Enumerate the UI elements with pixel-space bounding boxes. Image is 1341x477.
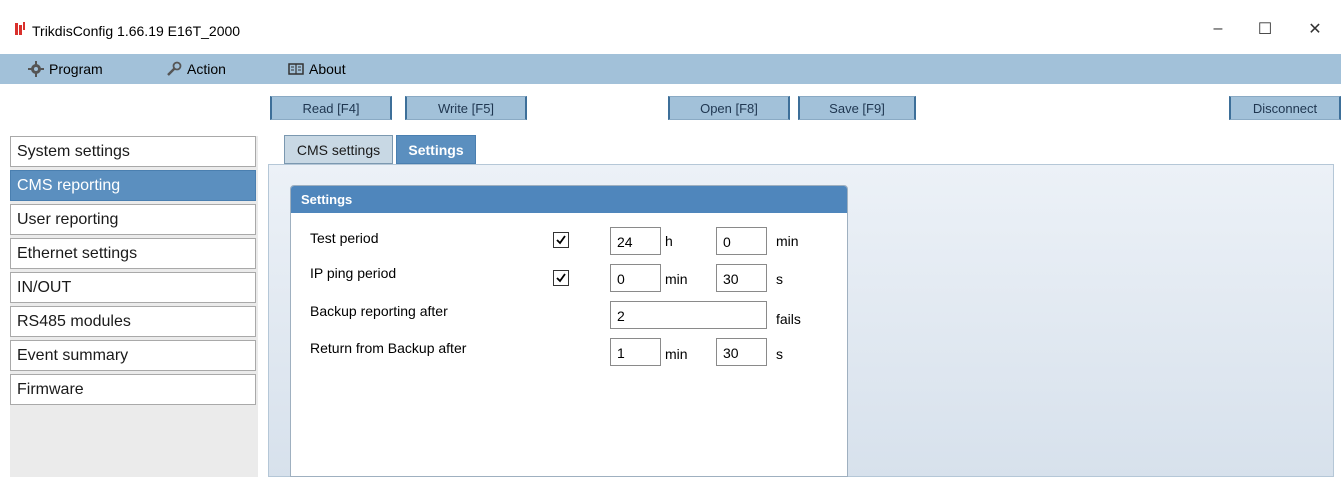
- sidebar-item-in-out[interactable]: IN/OUT: [10, 272, 256, 303]
- sidebar-item-rs485-modules[interactable]: RS485 modules: [10, 306, 256, 337]
- checkmark-icon: [556, 235, 566, 245]
- return-backup-minutes-input[interactable]: [610, 338, 661, 366]
- test-period-minutes-input[interactable]: [716, 227, 767, 255]
- ip-ping-seconds-unit: s: [776, 271, 783, 287]
- sidebar-item-event-summary[interactable]: Event summary: [10, 340, 256, 371]
- window-title: TrikdisConfig 1.66.19 E16T_2000: [32, 23, 241, 39]
- backup-reporting-unit: fails: [776, 311, 801, 327]
- sidebar: System settings CMS reporting User repor…: [10, 136, 258, 477]
- book-icon: [288, 63, 304, 75]
- settings-group-header: Settings: [291, 186, 847, 213]
- menu-program[interactable]: Program: [28, 54, 103, 84]
- ip-ping-minutes-input[interactable]: [610, 264, 661, 292]
- open-button[interactable]: Open [F8]: [668, 96, 790, 120]
- sidebar-item-firmware[interactable]: Firmware: [10, 374, 256, 405]
- test-period-label: Test period: [310, 230, 379, 246]
- test-period-minutes-unit: min: [776, 233, 799, 249]
- gear-icon: [28, 61, 44, 77]
- menu-about[interactable]: About: [288, 54, 346, 84]
- sidebar-item-user-reporting[interactable]: User reporting: [10, 204, 256, 235]
- maximize-button[interactable]: ☐: [1242, 12, 1288, 46]
- backup-reporting-label: Backup reporting after: [310, 303, 448, 319]
- app-icon: [15, 22, 25, 35]
- test-period-checkbox[interactable]: [553, 232, 569, 248]
- return-backup-minutes-unit: min: [665, 346, 688, 362]
- return-from-backup-label: Return from Backup after: [310, 340, 467, 356]
- disconnect-button[interactable]: Disconnect: [1229, 96, 1341, 120]
- ip-ping-period-label: IP ping period: [310, 265, 397, 281]
- minimize-button[interactable]: –: [1195, 12, 1241, 46]
- menu-bar: Program Action About: [0, 54, 1341, 84]
- title-bar: TrikdisConfig 1.66.19 E16T_2000 – ☐ ✕: [0, 0, 1341, 54]
- test-period-hours-input[interactable]: [610, 227, 661, 255]
- write-button[interactable]: Write [F5]: [405, 96, 527, 120]
- wrench-icon: [167, 61, 182, 76]
- ip-ping-period-checkbox[interactable]: [553, 270, 569, 286]
- test-period-hours-unit: h: [665, 233, 673, 249]
- menu-action[interactable]: Action: [166, 54, 226, 84]
- menu-about-label: About: [309, 61, 346, 77]
- read-button[interactable]: Read [F4]: [270, 96, 392, 120]
- tab-cms-settings[interactable]: CMS settings: [284, 135, 393, 164]
- close-button[interactable]: ✕: [1292, 12, 1338, 46]
- sidebar-item-cms-reporting[interactable]: CMS reporting: [10, 170, 256, 201]
- ip-ping-minutes-unit: min: [665, 271, 688, 287]
- sidebar-item-system-settings[interactable]: System settings: [10, 136, 256, 167]
- sidebar-item-ethernet-settings[interactable]: Ethernet settings: [10, 238, 256, 269]
- menu-program-label: Program: [49, 61, 103, 77]
- ip-ping-seconds-input[interactable]: [716, 264, 767, 292]
- return-backup-seconds-unit: s: [776, 346, 783, 362]
- save-button[interactable]: Save [F9]: [798, 96, 916, 120]
- checkmark-icon: [556, 273, 566, 283]
- menu-action-label: Action: [187, 61, 226, 77]
- tab-settings[interactable]: Settings: [396, 135, 476, 164]
- backup-reporting-input[interactable]: [610, 301, 767, 329]
- return-backup-seconds-input[interactable]: [716, 338, 767, 366]
